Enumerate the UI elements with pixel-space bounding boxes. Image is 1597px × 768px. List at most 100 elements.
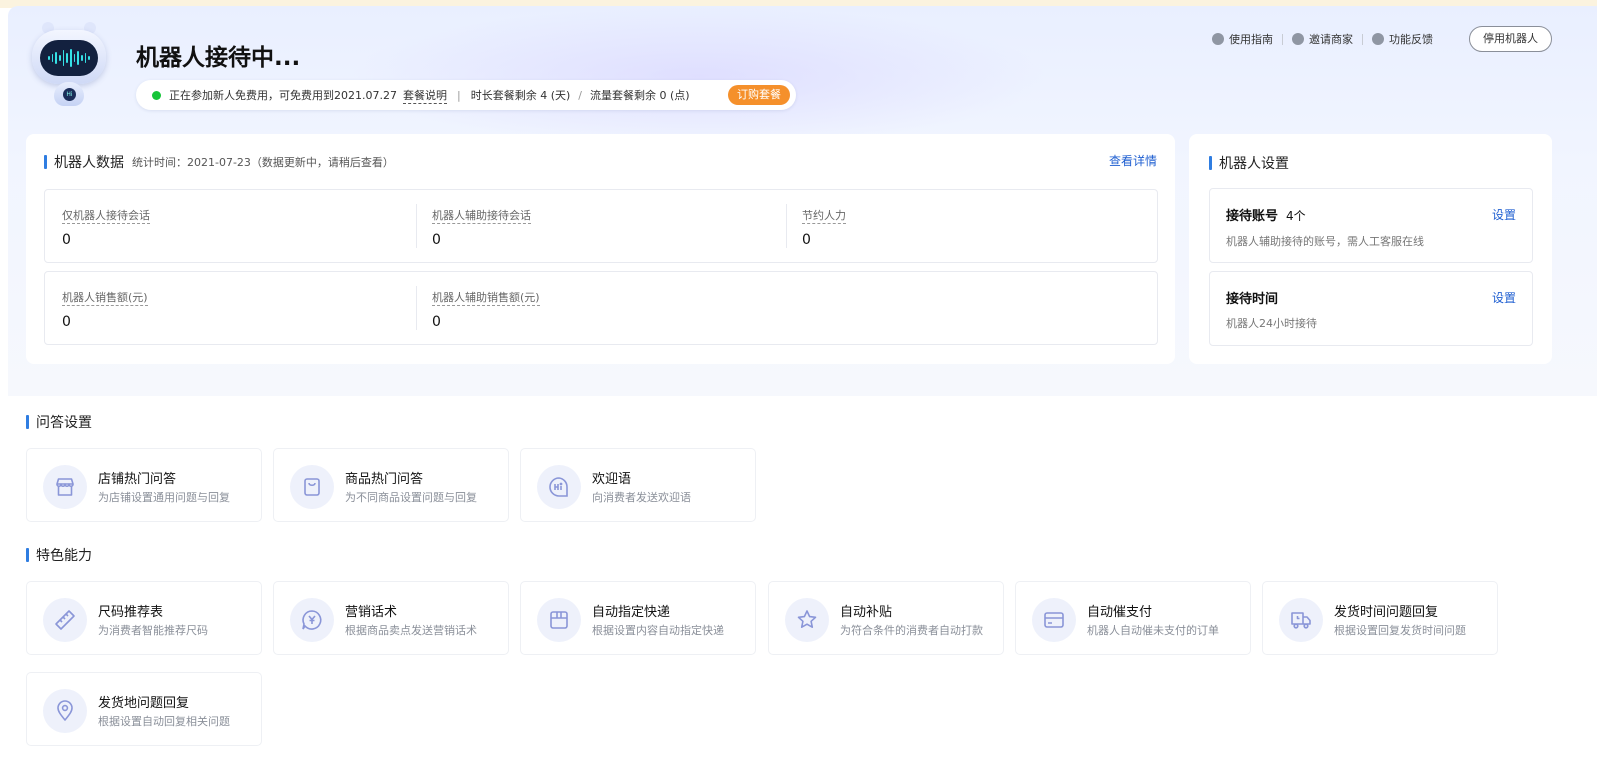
stats-row-1: 仅机器人接待会话 0 机器人辅助接待会话 0 节约人力 0 <box>44 189 1158 263</box>
header-links: 使用指南 邀请商家 功能反馈 <box>1212 31 1433 47</box>
chat-icon <box>1372 33 1384 45</box>
account-count: 4个 <box>1286 209 1306 223</box>
stat-value: 0 <box>432 232 441 248</box>
feedback-link[interactable]: 功能反馈 <box>1372 31 1433 47</box>
link-divider <box>1362 33 1363 45</box>
setting-name: 接待时间 <box>1226 288 1278 307</box>
status-dot <box>152 90 161 100</box>
stats-time-text: 统计时间：2021-07-23（数据更新中，请稍后查看） <box>132 156 394 169</box>
stat-label[interactable]: 机器人辅助销售额(元) <box>432 289 540 306</box>
stat-label[interactable]: 节约人力 <box>802 207 846 224</box>
auto-courier-card[interactable]: 自动指定快递 根据设置内容自动指定快递 <box>520 581 756 655</box>
feature-desc: 为符合条件的消费者自动打款 <box>840 624 983 637</box>
star-icon <box>785 598 829 642</box>
setting-desc: 机器人24小时接待 <box>1226 317 1317 330</box>
stat-label[interactable]: 仅机器人接待会话 <box>62 207 150 224</box>
stat-value: 0 <box>62 232 71 248</box>
free-trial-text: 正在参加新人免费用，可免费用到2021.07.27 <box>169 89 397 102</box>
section-accent-bar <box>26 548 29 562</box>
account-setting-button[interactable]: 设置 <box>1492 206 1516 223</box>
marketing-script-card[interactable]: 营销话术 根据商品卖点发送营销话术 <box>273 581 509 655</box>
invite-link-label: 邀请商家 <box>1309 33 1353 46</box>
send-icon <box>1292 33 1304 45</box>
stat-divider <box>786 204 787 248</box>
auto-subsidy-card[interactable]: 自动补贴 为符合条件的消费者自动打款 <box>768 581 1004 655</box>
size-chart-card[interactable]: 尺码推荐表 为消费者智能推荐尺码 <box>26 581 262 655</box>
compass-icon <box>1212 33 1224 45</box>
plan-status-bar: 正在参加新人免费用，可免费用到2021.07.27 套餐说明 | 时长套餐剩余 … <box>136 80 796 110</box>
feature-desc: 根据商品卖点发送营销话术 <box>345 624 477 637</box>
feature-title: 店铺热门问答 <box>98 472 177 487</box>
section-accent-bar <box>1209 156 1212 170</box>
feature-desc: 向消费者发送欢迎语 <box>592 491 691 504</box>
robot-settings-title: 机器人设置 <box>1219 156 1289 172</box>
feature-title: 自动补贴 <box>840 605 893 620</box>
stat-robot-only-sessions: 仅机器人接待会话 0 <box>62 204 150 248</box>
guide-link[interactable]: 使用指南 <box>1212 31 1273 47</box>
reception-time-setting: 接待时间 设置 机器人24小时接待 <box>1209 271 1533 346</box>
shipping-origin-reply-card[interactable]: 发货地问题回复 根据设置自动回复相关问题 <box>26 672 262 746</box>
stat-assisted-sessions: 机器人辅助接待会话 0 <box>432 204 531 248</box>
setting-name: 接待账号 4个 <box>1226 205 1306 224</box>
box-icon <box>537 598 581 642</box>
feature-desc: 根据设置内容自动指定快递 <box>592 624 724 637</box>
feature-title: 发货地问题回复 <box>98 696 190 711</box>
feature-desc: 为消费者智能推荐尺码 <box>98 624 208 637</box>
stat-label[interactable]: 机器人销售额(元) <box>62 289 148 306</box>
invite-link[interactable]: 邀请商家 <box>1292 31 1353 47</box>
feature-title: 商品热门问答 <box>345 472 424 487</box>
stat-divider <box>416 286 417 330</box>
robot-settings-header: 机器人设置 <box>1209 153 1289 173</box>
stat-divider <box>416 204 417 248</box>
setting-name-text: 接待账号 <box>1226 209 1279 224</box>
shipping-time-reply-card[interactable]: 发货时间问题回复 根据设置回复发货时间问题 <box>1262 581 1498 655</box>
stats-row-2: 机器人销售额(元) 0 机器人辅助销售额(元) 0 <box>44 271 1158 345</box>
setting-desc: 机器人辅助接待的账号，需人工客服在线 <box>1226 235 1424 248</box>
ruler-icon <box>43 598 87 642</box>
welcome-message-card[interactable]: 欢迎语 向消费者发送欢迎语 <box>520 448 756 522</box>
feedback-link-label: 功能反馈 <box>1389 33 1433 46</box>
sound-wave-icon <box>48 48 91 68</box>
page-title: 机器人接待中... <box>136 45 301 71</box>
store-icon <box>43 465 87 509</box>
feature-desc: 根据设置回复发货时间问题 <box>1334 624 1466 637</box>
flow-remaining-text: 流量套餐剩余 0 (点) <box>590 89 690 102</box>
status-slash: / <box>578 88 582 102</box>
feature-desc: 为店铺设置通用问题与回复 <box>98 491 230 504</box>
qa-settings-title: 问答设置 <box>36 415 92 431</box>
stat-saved-labor: 节约人力 0 <box>802 204 846 248</box>
feature-title: 自动指定快递 <box>592 605 671 620</box>
store-faq-card[interactable]: 店铺热门问答 为店铺设置通用问题与回复 <box>26 448 262 522</box>
features-title: 特色能力 <box>36 548 92 564</box>
robot-avatar: Hi <box>28 18 110 108</box>
payment-reminder-card[interactable]: 自动催支付 机器人自动催未支付的订单 <box>1015 581 1251 655</box>
stop-robot-button[interactable]: 停用机器人 <box>1469 26 1552 52</box>
buy-plan-button[interactable]: 订购套餐 <box>728 85 790 105</box>
robot-data-header: 机器人数据 统计时间：2021-07-23（数据更新中，请稍后查看） <box>44 152 394 172</box>
stat-assisted-sales: 机器人辅助销售额(元) 0 <box>432 286 540 330</box>
feature-desc: 根据设置自动回复相关问题 <box>98 715 230 728</box>
section-accent-bar <box>44 155 47 169</box>
time-setting-button[interactable]: 设置 <box>1492 289 1516 306</box>
feature-title: 欢迎语 <box>592 472 632 487</box>
features-header: 特色能力 <box>26 545 92 565</box>
feature-title: 自动催支付 <box>1087 605 1153 620</box>
time-remaining-text: 时长套餐剩余 4 (天) <box>470 89 571 102</box>
section-accent-bar <box>26 415 29 429</box>
feature-title: 发货时间问题回复 <box>1334 605 1439 620</box>
bag-icon <box>290 465 334 509</box>
link-divider <box>1282 33 1283 45</box>
product-faq-card[interactable]: 商品热门问答 为不同商品设置问题与回复 <box>273 448 509 522</box>
status-divider: | <box>456 88 461 102</box>
view-detail-link[interactable]: 查看详情 <box>1109 152 1157 169</box>
robot-data-title: 机器人数据 <box>54 155 124 171</box>
stat-value: 0 <box>432 314 441 330</box>
setting-name-text: 接待时间 <box>1226 292 1279 307</box>
qa-settings-header: 问答设置 <box>26 412 92 432</box>
stat-label[interactable]: 机器人辅助接待会话 <box>432 207 531 224</box>
card-icon <box>1032 598 1076 642</box>
stat-value: 0 <box>62 314 71 330</box>
plan-info-link[interactable]: 套餐说明 <box>402 87 447 104</box>
location-pin-icon <box>43 689 87 733</box>
guide-link-label: 使用指南 <box>1229 33 1273 46</box>
